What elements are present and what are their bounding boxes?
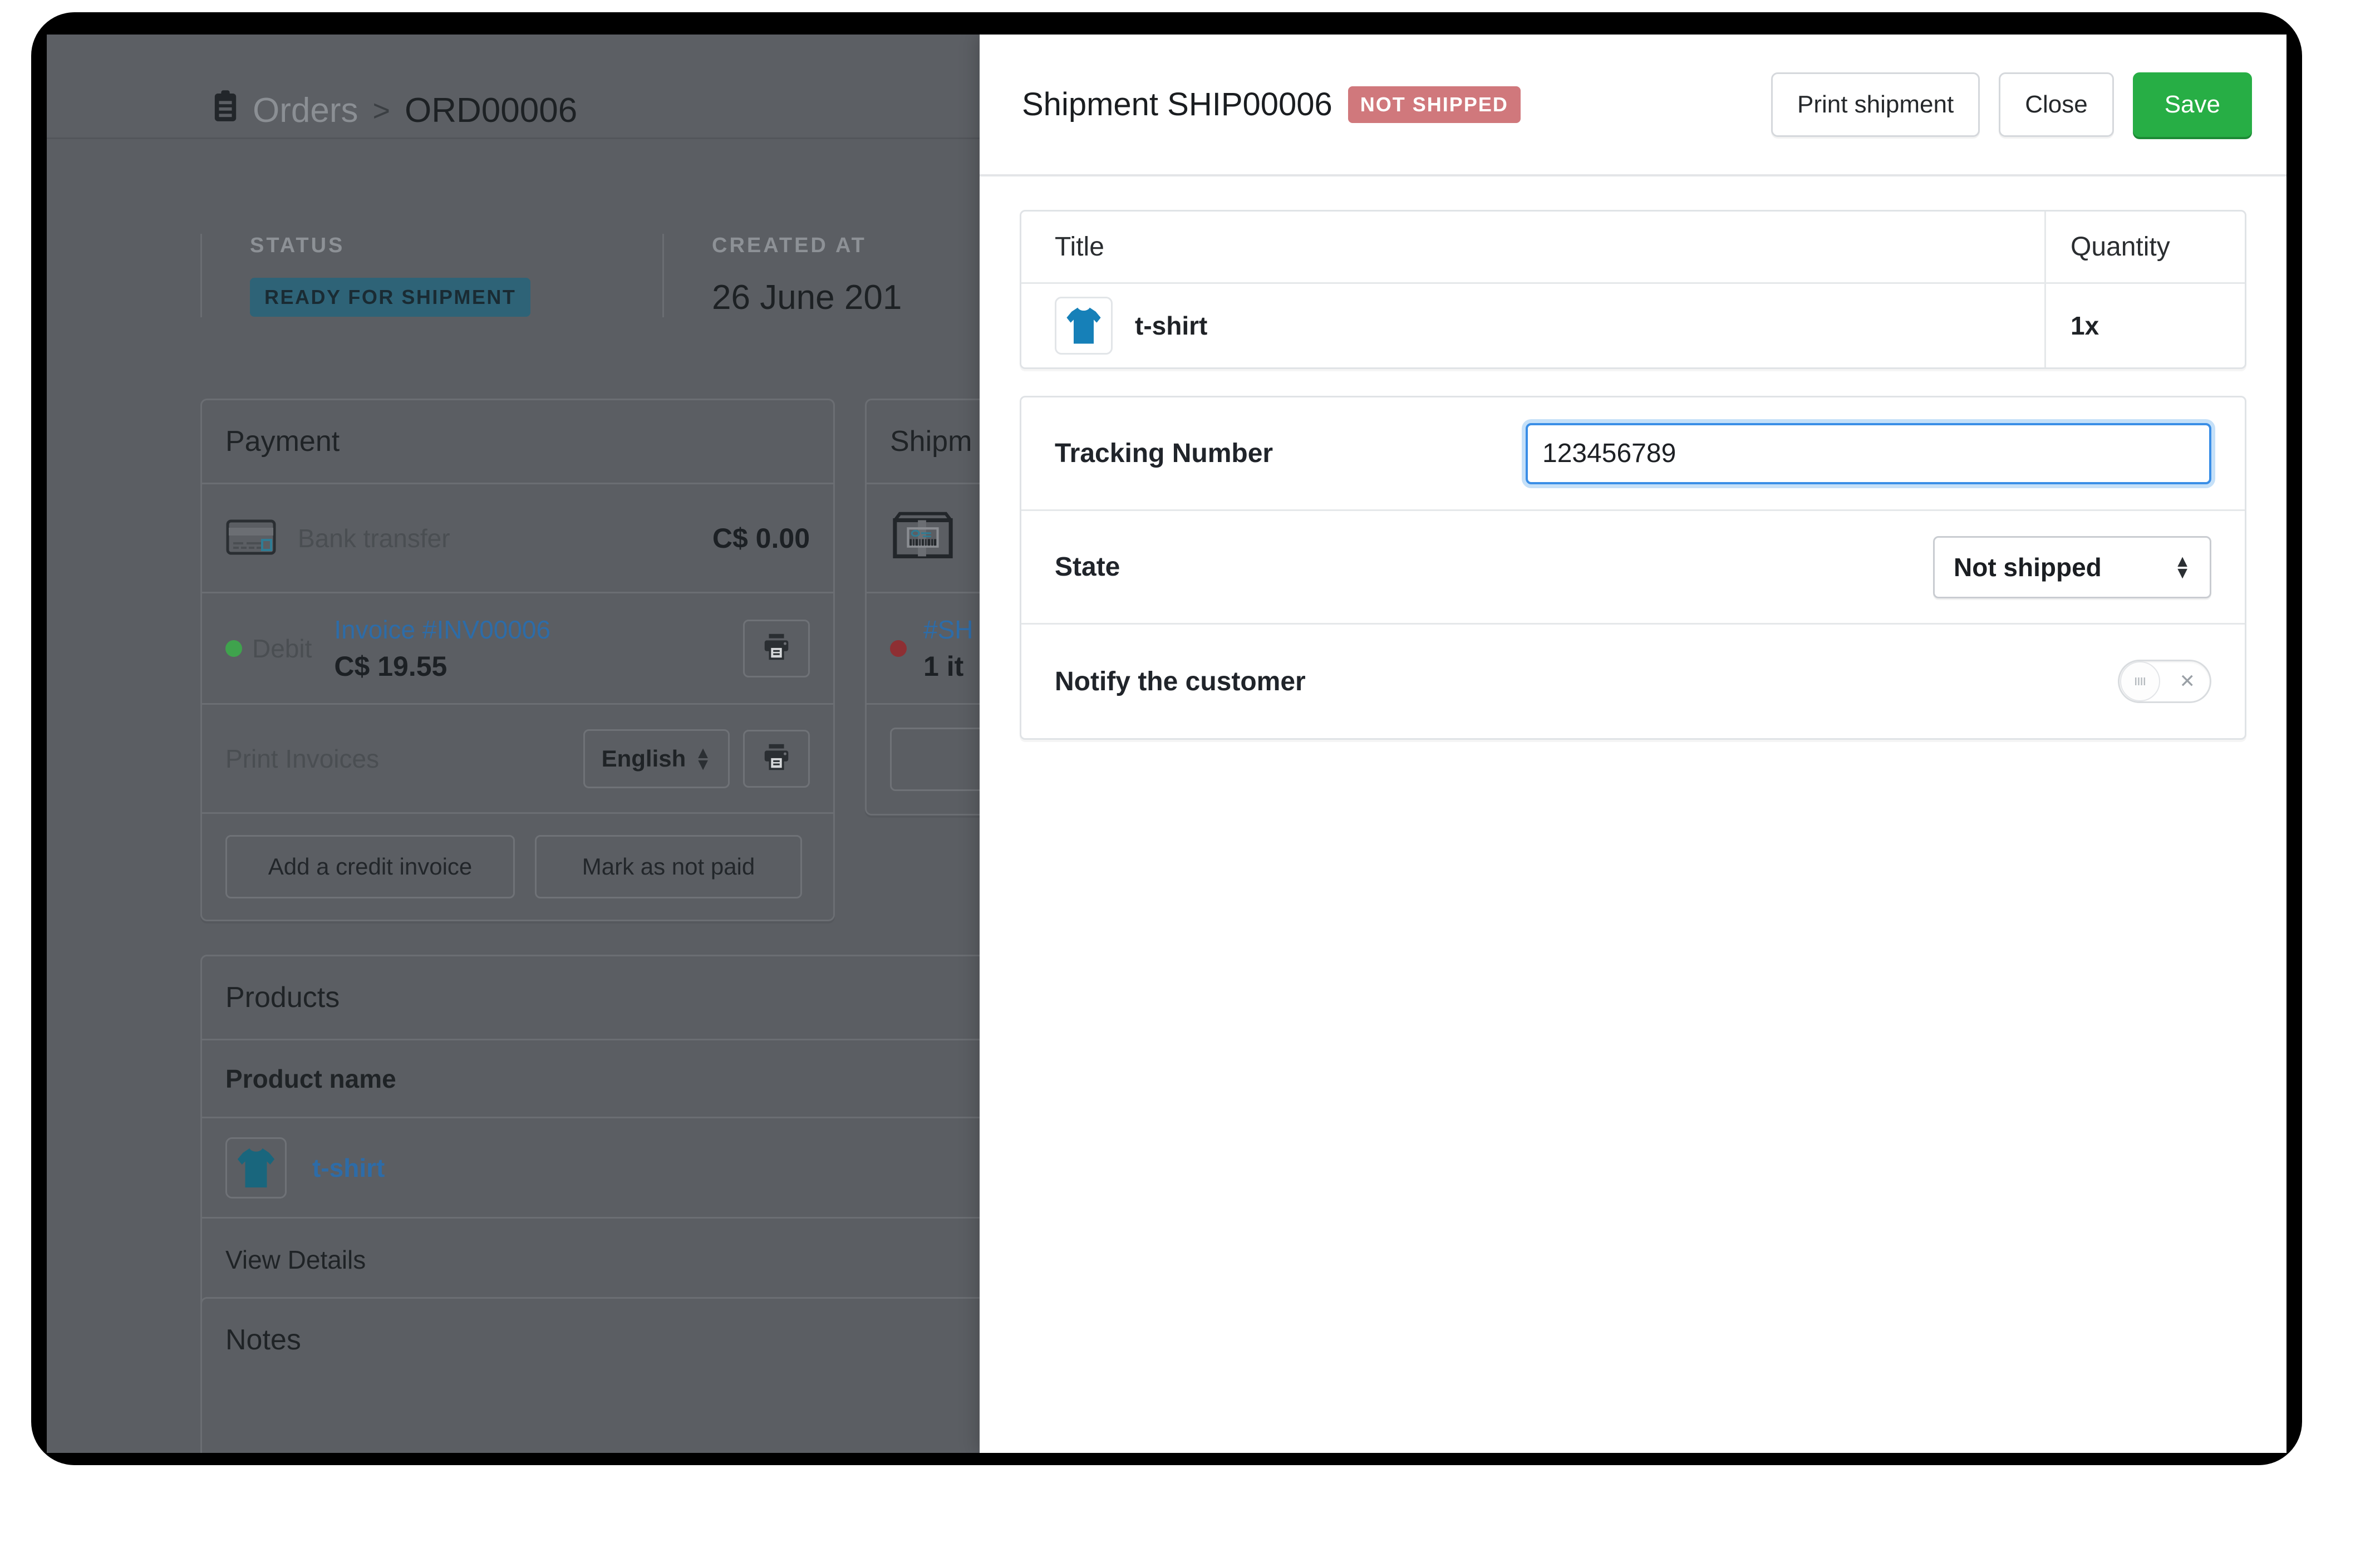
tracking-number-row: Tracking Number bbox=[1021, 397, 2245, 511]
table-header-row: Title Quantity bbox=[1021, 212, 2245, 284]
product-name-link[interactable]: t-shirt bbox=[312, 1153, 385, 1183]
screen: Orders > ORD00006 STATUS READY FOR SHIPM… bbox=[47, 35, 2286, 1453]
debit-status-dot bbox=[225, 640, 242, 657]
shipment-items-count: 1 it bbox=[923, 650, 964, 682]
clipboard-icon bbox=[213, 90, 238, 131]
credit-card-icon bbox=[225, 517, 279, 559]
payment-transaction-row: Debit Invoice #INV00006 C$ 19.55 bbox=[202, 593, 833, 705]
print-invoice-button[interactable] bbox=[743, 619, 810, 677]
item-title-cell: t-shirt bbox=[1055, 297, 2044, 355]
summary-status-label: STATUS bbox=[250, 234, 345, 257]
tracking-number-label: Tracking Number bbox=[1055, 439, 1273, 468]
shipment-status-dot bbox=[890, 640, 907, 657]
state-control: Not shipped ▲ ▼ bbox=[1933, 536, 2211, 598]
invoice-link[interactable]: Invoice #INV00006 bbox=[334, 615, 550, 645]
modal-header: Shipment SHIP00006 NOT SHIPPED Print shi… bbox=[980, 35, 2286, 176]
notify-customer-control: ✕ bbox=[2118, 660, 2211, 703]
payment-method-name: Bank transfer bbox=[298, 523, 450, 553]
tracking-number-input[interactable] bbox=[1526, 423, 2211, 484]
debit-status-label: Debit bbox=[252, 633, 312, 663]
column-header-quantity: Quantity bbox=[2044, 212, 2211, 282]
modal-body: Title Quantity t-shirt 1x Tracking Numbe… bbox=[980, 176, 2286, 1453]
invoice-language-value: English bbox=[601, 745, 686, 772]
breadcrumb: Orders > ORD00006 bbox=[213, 90, 577, 131]
state-select-value: Not shipped bbox=[1954, 552, 2102, 582]
breadcrumb-orders-link[interactable]: Orders bbox=[253, 91, 358, 130]
package-box-icon bbox=[890, 510, 956, 566]
state-label: State bbox=[1055, 552, 1120, 582]
print-invoices-label: Print Invoices bbox=[225, 744, 380, 773]
tshirt-thumbnail bbox=[1055, 297, 1113, 355]
tshirt-thumbnail bbox=[225, 1137, 287, 1199]
add-credit-invoice-button[interactable]: Add a credit invoice bbox=[225, 835, 515, 898]
column-header-title: Title bbox=[1055, 232, 1104, 262]
payment-method-amount: C$ 0.00 bbox=[712, 522, 810, 554]
status-badge: READY FOR SHIPMENT bbox=[250, 278, 531, 317]
print-shipment-button[interactable]: Print shipment bbox=[1771, 72, 1980, 137]
print-invoices-button[interactable] bbox=[743, 729, 810, 788]
breadcrumb-current-order: ORD00006 bbox=[405, 91, 578, 130]
notify-customer-label: Notify the customer bbox=[1055, 666, 1306, 696]
payment-card-title: Payment bbox=[202, 400, 833, 484]
item-title: t-shirt bbox=[1135, 311, 1208, 340]
print-invoices-row: Print Invoices English ▲ ▼ bbox=[202, 705, 833, 814]
products-column-header: Product name bbox=[225, 1064, 396, 1093]
modal-title-wrap: Shipment SHIP00006 NOT SHIPPED bbox=[1022, 86, 1521, 123]
chevron-updown-icon: ▲ ▼ bbox=[695, 743, 711, 774]
table-row: t-shirt 1x bbox=[1021, 284, 2245, 367]
shipment-form-panel: Tracking Number State Not shipped ▲▼ bbox=[1020, 396, 2246, 740]
payment-card: Payment Bank transfer C$ 0.00 Debit Invo… bbox=[200, 399, 835, 921]
tracking-number-control bbox=[1526, 423, 2211, 484]
shipment-modal: Shipment SHIP00006 NOT SHIPPED Print shi… bbox=[980, 35, 2286, 1453]
state-row: State Not shipped ▲ ▼ bbox=[1021, 511, 2245, 625]
notify-customer-toggle[interactable]: ✕ bbox=[2118, 660, 2211, 703]
device-frame: Orders > ORD00006 STATUS READY FOR SHIPM… bbox=[31, 12, 2302, 1465]
payment-method-row: Bank transfer C$ 0.00 bbox=[202, 484, 833, 593]
payment-actions-row: Add a credit invoice Mark as not paid bbox=[202, 814, 833, 920]
shipment-status-badge: NOT SHIPPED bbox=[1348, 86, 1521, 123]
invoice-language-select[interactable]: English ▲ ▼ bbox=[583, 729, 730, 788]
summary-status: STATUS READY FOR SHIPMENT bbox=[200, 234, 662, 317]
notify-customer-row: Notify the customer ✕ bbox=[1021, 625, 2245, 738]
breadcrumb-separator: > bbox=[372, 94, 391, 127]
state-select[interactable]: Not shipped ▲ ▼ bbox=[1933, 536, 2211, 598]
printer-icon bbox=[760, 741, 793, 776]
invoice-amount: C$ 19.55 bbox=[334, 650, 448, 682]
view-details-label: View Details bbox=[225, 1245, 366, 1274]
mark-as-not-paid-button[interactable]: Mark as not paid bbox=[535, 835, 802, 898]
modal-title: Shipment SHIP00006 bbox=[1022, 86, 1332, 122]
save-button[interactable]: Save bbox=[2132, 72, 2252, 137]
modal-actions: Print shipment Close Save bbox=[1771, 72, 2252, 137]
close-button[interactable]: Close bbox=[1999, 72, 2114, 137]
shipment-items-table: Title Quantity t-shirt 1x bbox=[1020, 210, 2246, 369]
chevron-updown-icon: ▲ ▼ bbox=[2174, 552, 2191, 582]
item-quantity: 1x bbox=[2044, 284, 2211, 367]
toggle-off-icon: ✕ bbox=[2179, 671, 2196, 692]
printer-icon bbox=[760, 631, 793, 666]
shipment-link[interactable]: #SH bbox=[923, 615, 973, 645]
toggle-knob bbox=[2120, 661, 2160, 701]
summary-created-value: 26 June 201 bbox=[712, 278, 902, 317]
